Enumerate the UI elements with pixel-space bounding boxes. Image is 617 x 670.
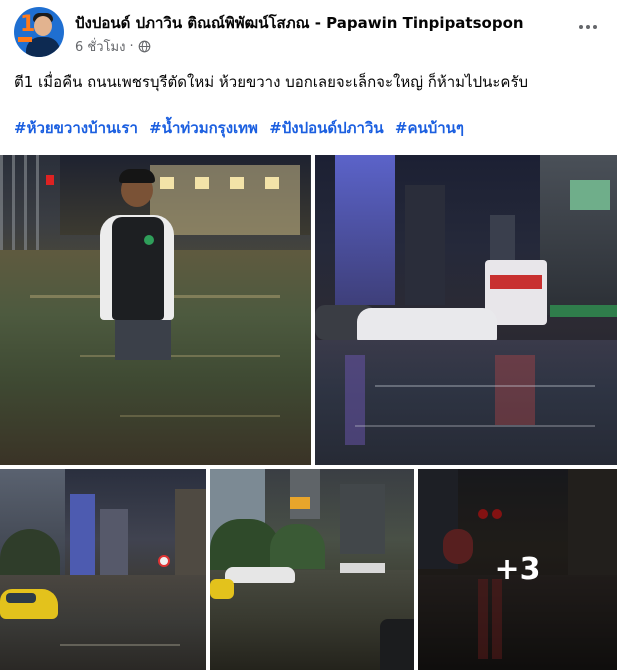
photo-flooded-street-bus[interactable] — [315, 155, 617, 465]
more-options-icon[interactable] — [572, 15, 604, 39]
hashtag-list: #ห้วยขวางบ้านเรา #น้ำท่วมกรุงเทพ #ปังปอน… — [14, 117, 609, 140]
facebook-post: 1 ปังปอนด์ ปภาวิน ติณณ์พิพัฒน์โสภณ - Pap… — [0, 0, 617, 670]
post-text: ตี1 เมื่อคืน ถนนเพชรบุรีตัดใหม่ ห้วยขวาง… — [14, 73, 529, 91]
photo-taxi-in-flood[interactable] — [0, 469, 206, 670]
more-photos-count[interactable]: +3 — [418, 469, 617, 670]
photo-cars-flooded-road[interactable] — [210, 469, 414, 670]
meta-separator: · — [129, 39, 134, 54]
author-name[interactable]: ปังปอนด์ ปภาวิน ติณณ์พิพัฒน์โสภณ - Papaw… — [75, 11, 570, 35]
avatar[interactable]: 1 — [14, 7, 64, 57]
post-header: 1 ปังปอนด์ ปภาวิน ติณณ์พิพัฒน์โสภณ - Pap… — [0, 0, 617, 62]
post-time[interactable]: 6 ชั่วโมง — [75, 36, 125, 57]
hashtag-link[interactable]: #น้ำท่วมกรุงเทพ — [149, 119, 258, 137]
globe-icon[interactable] — [138, 40, 151, 53]
hashtag-link[interactable]: #ห้วยขวางบ้านเรา — [14, 119, 138, 137]
hashtag-link[interactable]: #คนบ้านๆ — [395, 119, 464, 137]
hashtag-link[interactable]: #ปังปอนด์ปภาวิน — [269, 119, 383, 137]
photo-man-in-flood[interactable] — [0, 155, 311, 465]
photo-more-photos[interactable]: +3 — [418, 469, 617, 670]
post-meta: 6 ชั่วโมง · — [75, 36, 151, 57]
